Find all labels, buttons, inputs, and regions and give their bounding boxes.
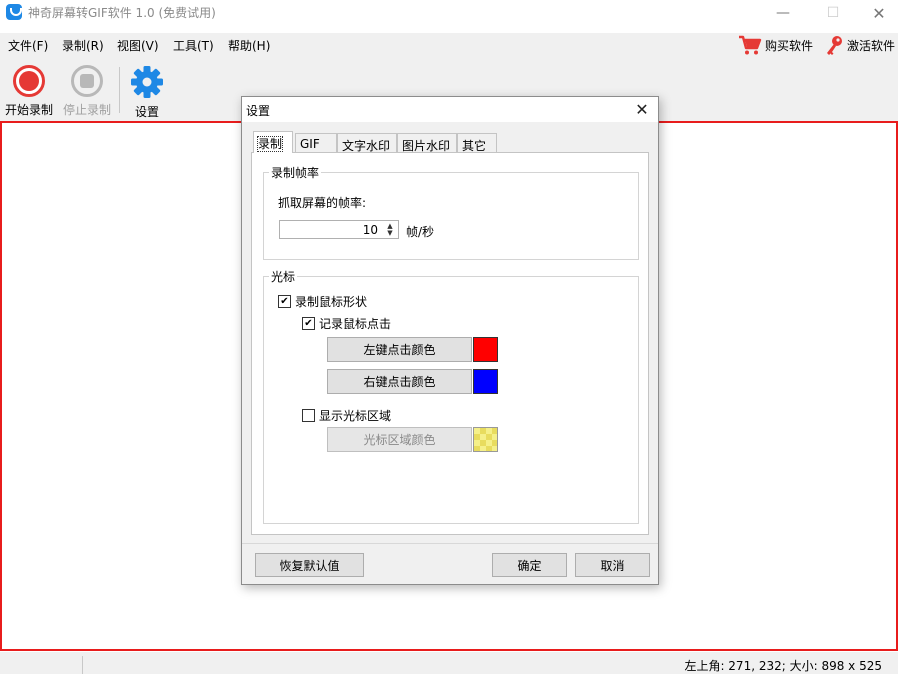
right-click-color-button[interactable]: 右键点击颜色: [327, 369, 472, 394]
show-cursor-area-label: 显示光标区域: [319, 409, 392, 423]
dialog-close-button[interactable]: ✕: [628, 98, 656, 120]
status-bar: 左上角: 271, 232; 大小: 898 x 525: [0, 652, 898, 674]
status-position-size: 左上角: 271, 232; 大小: 898 x 525: [684, 659, 882, 673]
record-mouse-click-checkbox[interactable]: ✔ 记录鼠标点击: [302, 315, 391, 332]
checkbox-checked-icon: ✔: [278, 295, 291, 308]
settings-button[interactable]: 设置: [130, 65, 164, 120]
activate-software-label: 激活软件: [847, 38, 896, 53]
dialog-divider: [242, 543, 658, 544]
record-icon: [13, 65, 45, 97]
spin-arrows-icon[interactable]: ▲ ▼: [384, 221, 396, 238]
app-logo-icon: [6, 4, 22, 20]
shopping-cart-icon: [739, 35, 762, 55]
window-title: 神奇屏幕转GIF软件 1.0 (免费试用): [28, 6, 216, 20]
frame-rate-group: 录制帧率: [263, 164, 639, 260]
record-mouse-click-label: 记录鼠标点击: [319, 317, 392, 331]
checkbox-unchecked-icon: [302, 409, 315, 422]
frame-rate-spinbox[interactable]: 10 ▲ ▼: [279, 220, 399, 239]
tab-record[interactable]: 录制: [253, 131, 293, 153]
frame-rate-group-title: 录制帧率: [269, 164, 322, 181]
gear-icon: [131, 66, 163, 98]
toolbar-divider: [119, 67, 120, 113]
key-icon: [827, 36, 842, 55]
tab-image-watermark[interactable]: 图片水印: [397, 133, 457, 153]
frame-rate-value: 10: [362, 223, 378, 237]
menu-file[interactable]: 文件(F): [8, 37, 48, 54]
stop-icon: [71, 65, 103, 97]
frame-rate-unit: 帧/秒: [406, 225, 435, 239]
menu-bar: 文件(F) 录制(R) 视图(V) 工具(T) 帮助(H) 购买软件 激活软件: [0, 33, 898, 57]
activate-software-link[interactable]: 激活软件: [824, 33, 895, 57]
cancel-button[interactable]: 取消: [575, 553, 650, 577]
start-recording-label: 开始录制: [4, 103, 53, 117]
ok-button[interactable]: 确定: [492, 553, 567, 577]
cursor-group-title: 光标: [269, 268, 298, 285]
title-bar: 神奇屏幕转GIF软件 1.0 (免费试用) — ☐ ✕: [0, 0, 898, 26]
status-divider: [82, 656, 83, 674]
checkbox-checked-icon: ✔: [302, 317, 315, 330]
menu-help[interactable]: 帮助(H): [228, 37, 270, 54]
show-cursor-area-checkbox[interactable]: 显示光标区域: [302, 407, 391, 424]
frame-rate-label: 抓取屏幕的帧率:: [278, 196, 367, 210]
left-click-color-swatch[interactable]: [473, 337, 498, 362]
menu-view[interactable]: 视图(V): [117, 37, 159, 54]
settings-label: 设置: [134, 105, 159, 119]
dialog-title-bar: 设置 ✕: [242, 97, 658, 122]
cursor-area-color-button[interactable]: 光标区域颜色: [327, 427, 472, 452]
record-tab-panel: 录制帧率 抓取屏幕的帧率: 10 ▲ ▼ 帧/秒 光标 ✔ 录制鼠标形状 ✔ 记录…: [251, 152, 649, 535]
record-cursor-shape-label: 录制鼠标形状: [295, 295, 368, 309]
buy-software-link[interactable]: 购买软件: [738, 33, 813, 57]
tab-gif[interactable]: GIF: [295, 133, 337, 153]
cursor-area-color-swatch[interactable]: [473, 427, 498, 452]
dialog-title: 设置: [246, 104, 271, 118]
settings-dialog: 设置 ✕ 录制 GIF 文字水印 图片水印 其它 录制帧率 抓取屏幕的帧率: 1…: [241, 96, 659, 585]
stop-recording-label: 停止录制: [62, 103, 111, 117]
restore-defaults-button[interactable]: 恢复默认值: [255, 553, 364, 577]
menu-tools[interactable]: 工具(T): [173, 37, 214, 54]
close-window-button[interactable]: ✕: [856, 0, 898, 26]
record-cursor-shape-checkbox[interactable]: ✔ 录制鼠标形状: [278, 293, 367, 310]
right-click-color-swatch[interactable]: [473, 369, 498, 394]
cursor-group: 光标: [263, 268, 639, 524]
minimize-button[interactable]: —: [760, 0, 806, 26]
buy-software-label: 购买软件: [765, 38, 814, 53]
menu-record[interactable]: 录制(R): [62, 37, 104, 54]
start-recording-button[interactable]: 开始录制: [4, 65, 54, 118]
stop-recording-button[interactable]: 停止录制: [62, 65, 112, 118]
tab-text-watermark[interactable]: 文字水印: [337, 133, 397, 153]
tab-other[interactable]: 其它: [457, 133, 497, 153]
maximize-button[interactable]: ☐: [810, 0, 856, 26]
left-click-color-button[interactable]: 左键点击颜色: [327, 337, 472, 362]
